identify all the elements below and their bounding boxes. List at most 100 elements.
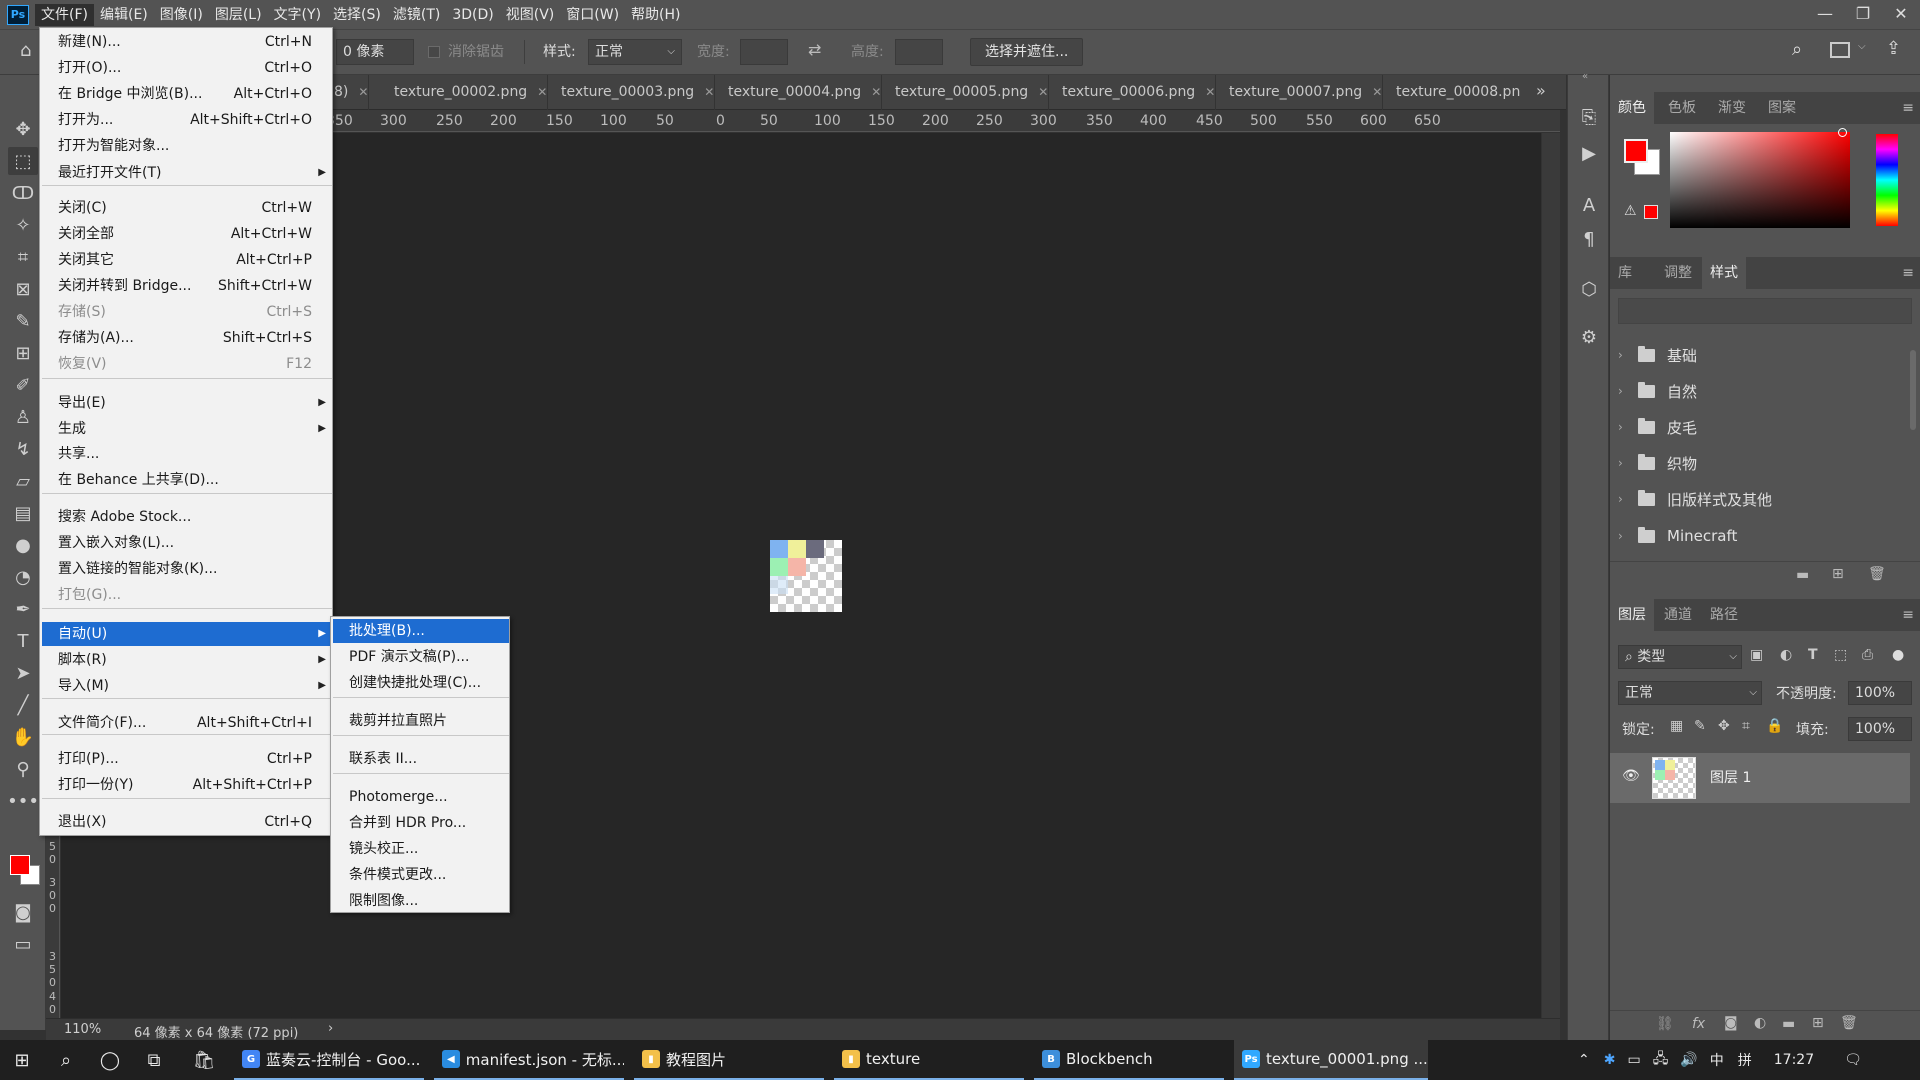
color-field[interactable]: [1670, 132, 1850, 228]
status-arrow-icon[interactable]: ›: [328, 1021, 333, 1036]
file-menu-item-generate[interactable]: 生成 ▶: [42, 417, 332, 441]
file-menu-item-close[interactable]: 关闭(C) Ctrl+W: [42, 196, 332, 220]
file-menu-item-file-info[interactable]: 文件简介(F)... Alt+Shift+Ctrl+I: [42, 711, 332, 735]
file-menu-item-close-all[interactable]: 关闭全部 Alt+Ctrl+W: [42, 222, 332, 246]
hand-tool-icon[interactable]: ✋: [8, 723, 38, 751]
tab-color[interactable]: 颜色: [1610, 92, 1654, 124]
tab-patterns[interactable]: 图案: [1760, 92, 1804, 124]
menu-filter[interactable]: 滤镜(T): [387, 4, 446, 26]
layer-name[interactable]: 图层 1: [1710, 767, 1751, 787]
close-icon[interactable]: ✕: [537, 85, 547, 99]
file-menu-item-search-adobe-stock[interactable]: 搜索 Adobe Stock...: [42, 505, 332, 529]
automate-menu-item-fit-image[interactable]: 限制图像...: [333, 889, 509, 913]
filter-shape-icon[interactable]: ⬚: [1834, 647, 1847, 663]
path-selection-tool-icon[interactable]: ➤: [8, 659, 38, 687]
taskbar-app-blockbench[interactable]: B Blockbench: [1034, 1040, 1224, 1080]
file-menu-item-share-on-behance[interactable]: 在 Behance 上共享(D)...: [42, 468, 332, 492]
cortana-icon[interactable]: ◯: [90, 1040, 130, 1080]
filter-type-icon[interactable]: T: [1808, 647, 1818, 663]
taskbar-app-photoshop[interactable]: Ps texture_00001.png ...: [1234, 1040, 1428, 1080]
filter-smart-object-icon[interactable]: ⎙: [1862, 647, 1873, 663]
panel-menu-icon[interactable]: ≡: [1902, 100, 1914, 116]
file-menu-item-print-one-copy[interactable]: 打印一份(Y) Alt+Shift+Ctrl+P: [42, 773, 332, 797]
minimize-icon[interactable]: —: [1806, 0, 1844, 26]
more-tabs-icon[interactable]: »: [1536, 81, 1546, 100]
layer-mask-icon[interactable]: ◙: [1724, 1015, 1738, 1031]
dodge-tool-icon[interactable]: ◔: [8, 563, 38, 591]
new-style-icon[interactable]: ⊞: [1832, 566, 1844, 582]
file-menu-item-new[interactable]: 新建(N)... Ctrl+N: [42, 30, 332, 54]
healing-brush-tool-icon[interactable]: ⊞: [8, 339, 38, 367]
file-menu-item-open-as[interactable]: 打开为... Alt+Shift+Ctrl+O: [42, 108, 332, 132]
layer-filter-select[interactable]: ⌕ 类型 ⌵: [1618, 645, 1742, 669]
style-folder-fabric[interactable]: › 织物: [1618, 449, 1908, 477]
zoom-level[interactable]: 110%: [64, 1022, 101, 1037]
lasso-tool-icon[interactable]: ↀ: [8, 179, 38, 207]
eye-icon[interactable]: 👁: [1622, 768, 1640, 784]
share-icon[interactable]: ⇪: [1886, 38, 1901, 59]
notification-icon[interactable]: 🗨: [1844, 1052, 1862, 1068]
trash-icon[interactable]: 🗑: [1868, 566, 1886, 582]
fill-input[interactable]: 100%: [1848, 717, 1912, 741]
menu-help[interactable]: 帮助(H): [625, 4, 686, 26]
swap-icon[interactable]: ⇄: [808, 40, 821, 59]
tab-layers[interactable]: 图层: [1610, 599, 1654, 631]
style-folder-minecraft[interactable]: › Minecraft: [1618, 522, 1908, 550]
menu-3d[interactable]: 3D(D): [446, 4, 499, 26]
document-canvas[interactable]: [770, 540, 842, 612]
close-icon[interactable]: ✕: [1038, 85, 1048, 99]
menu-image[interactable]: 图像(I): [154, 4, 209, 26]
crop-tool-icon[interactable]: ⌗: [8, 243, 38, 271]
battery-icon[interactable]: ▭: [1627, 1052, 1640, 1068]
layer-row[interactable]: 👁 图层 1: [1610, 753, 1910, 803]
tab-gradients[interactable]: 渐变: [1710, 92, 1754, 124]
tab-texture-00004[interactable]: texture_00004.png ✕: [720, 75, 883, 110]
gradient-tool-icon[interactable]: ▤: [8, 499, 38, 527]
style-select[interactable]: 正常 ⌵: [588, 39, 682, 65]
filter-pixel-icon[interactable]: ▣: [1750, 647, 1763, 663]
restore-icon[interactable]: ❐: [1844, 0, 1882, 26]
home-icon[interactable]: ⌂: [20, 40, 31, 61]
file-menu-item-print[interactable]: 打印(P)... Ctrl+P: [42, 747, 332, 771]
taskbar-app-chrome[interactable]: G 蓝奏云-控制台 - Goo...: [234, 1040, 424, 1080]
quick-mask-icon[interactable]: ◙: [8, 898, 38, 926]
lock-transparent-icon[interactable]: ▦: [1670, 718, 1683, 734]
chevron-right-icon[interactable]: ›: [1618, 348, 1632, 362]
tab-texture-00008[interactable]: texture_00008.pn: [1388, 75, 1520, 110]
gamut-color-swatch[interactable]: [1644, 205, 1658, 219]
3d-panel-icon[interactable]: ⬡: [1574, 275, 1604, 303]
hue-slider[interactable]: [1876, 134, 1898, 226]
lock-position-icon[interactable]: ✥: [1718, 718, 1730, 734]
automate-menu-item-merge-to-hdr[interactable]: 合并到 HDR Pro...: [333, 811, 509, 835]
styles-scrollbar[interactable]: [1910, 350, 1916, 430]
opacity-input[interactable]: 100%: [1848, 681, 1912, 705]
close-icon[interactable]: ✕: [704, 85, 714, 99]
ime-language[interactable]: 中: [1710, 1050, 1724, 1070]
close-icon[interactable]: ✕: [358, 85, 368, 99]
canvas-scrollbar[interactable]: [1542, 133, 1560, 1018]
file-menu-item-exit[interactable]: 退出(X) Ctrl+Q: [42, 810, 332, 834]
actions-panel-icon[interactable]: ▶: [1574, 139, 1604, 167]
volume-icon[interactable]: 🔊: [1680, 1052, 1697, 1068]
tab-channels[interactable]: 通道: [1656, 599, 1700, 631]
automate-menu-item-contact-sheet[interactable]: 联系表 II...: [333, 747, 509, 771]
automate-menu-item-conditional-mode-change[interactable]: 条件模式更改...: [333, 863, 509, 887]
fx-icon[interactable]: fx: [1692, 1016, 1705, 1032]
lock-pixels-icon[interactable]: ✎: [1694, 718, 1706, 734]
close-icon[interactable]: ✕: [1372, 85, 1382, 99]
tab-texture-00006[interactable]: texture_00006.png ✕: [1054, 75, 1217, 110]
style-folder-legacy[interactable]: › 旧版样式及其他: [1618, 485, 1908, 513]
close-icon[interactable]: ✕: [1205, 85, 1215, 99]
file-menu-item-save-as[interactable]: 存储为(A)... Shift+Ctrl+S: [42, 326, 332, 350]
tab-texture-00007[interactable]: texture_00007.png ✕: [1221, 75, 1384, 110]
pen-tool-icon[interactable]: ✒: [8, 595, 38, 623]
tab-texture-00003[interactable]: texture_00003.png ✕: [553, 75, 716, 110]
automate-menu-item-photomerge[interactable]: Photomerge...: [333, 785, 509, 809]
windows-start-icon[interactable]: ⊞: [2, 1040, 42, 1080]
width-input[interactable]: [740, 39, 788, 65]
chevron-right-icon[interactable]: ›: [1618, 384, 1632, 398]
file-menu-item-open-as-smart-object[interactable]: 打开为智能对象...: [42, 134, 332, 158]
more-tools-icon[interactable]: •••: [7, 787, 39, 815]
new-layer-icon[interactable]: ⊞: [1812, 1015, 1824, 1031]
menu-layer[interactable]: 图层(L): [209, 4, 268, 26]
